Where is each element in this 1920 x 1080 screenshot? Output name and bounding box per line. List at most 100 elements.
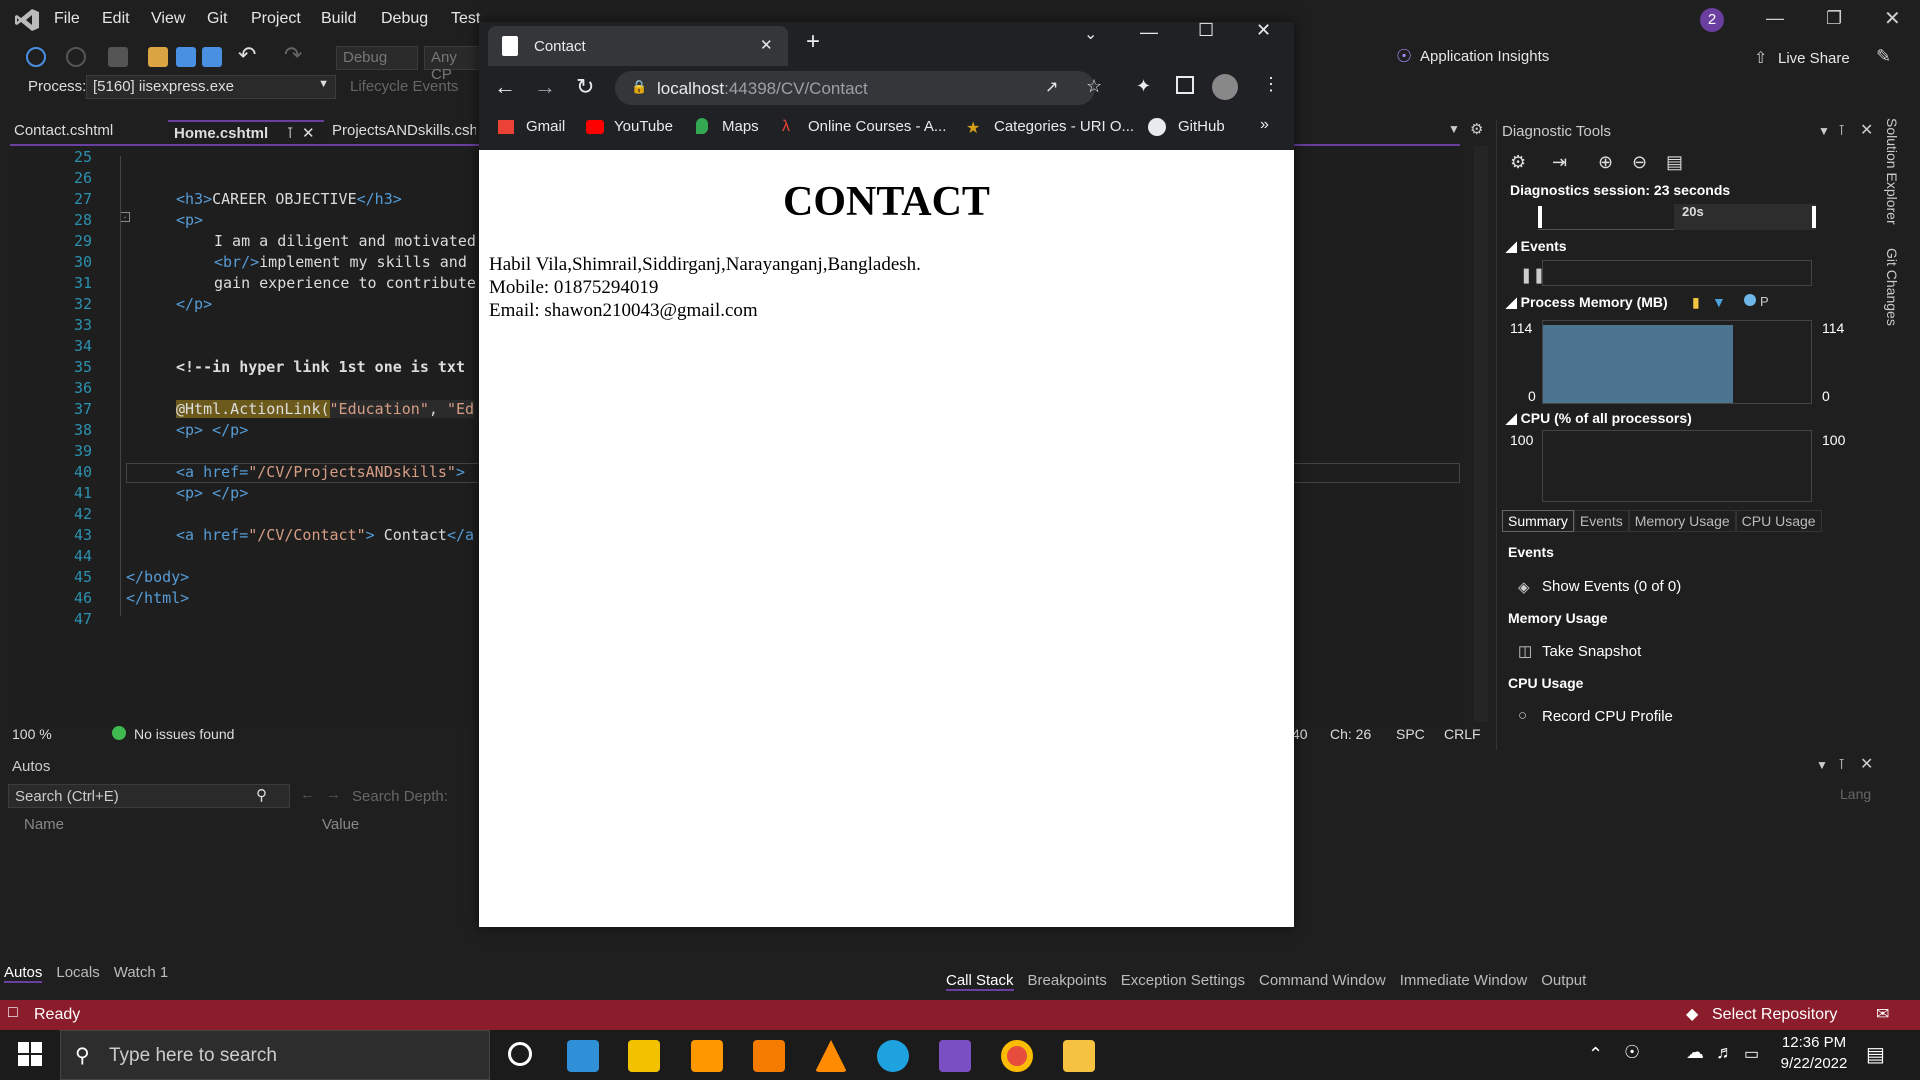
cortana-icon[interactable] bbox=[508, 1042, 532, 1066]
menu-view[interactable]: View bbox=[151, 10, 185, 28]
chrome-app-icon[interactable] bbox=[1001, 1040, 1033, 1072]
bookmark-github[interactable]: GitHub bbox=[1178, 118, 1225, 135]
panel-dropdown-icon[interactable]: ▼ bbox=[1816, 758, 1828, 772]
record-cpu-button[interactable]: Record CPU Profile bbox=[1542, 708, 1673, 725]
tab-watch[interactable]: Watch 1 bbox=[114, 964, 168, 983]
diag-close-icon[interactable]: ✕ bbox=[1860, 120, 1873, 140]
pin-icon[interactable]: ⊺ bbox=[286, 125, 294, 142]
minimize-icon[interactable]: — bbox=[1766, 8, 1784, 29]
take-snapshot-button[interactable]: Take Snapshot bbox=[1542, 643, 1641, 660]
address-bar[interactable]: 🔒 localhost:44398/CV/Contact ↗ bbox=[615, 71, 1095, 105]
zoom-in-icon[interactable]: ⊕ bbox=[1598, 152, 1613, 173]
tab-exception-settings[interactable]: Exception Settings bbox=[1121, 972, 1245, 991]
sublime-app-icon[interactable] bbox=[691, 1040, 723, 1072]
windows-start-icon[interactable] bbox=[18, 1042, 42, 1066]
menu-build[interactable]: Build bbox=[321, 10, 357, 28]
edge-app-icon[interactable] bbox=[877, 1040, 909, 1072]
diag-settings-icon[interactable]: ⚙ bbox=[1510, 152, 1526, 173]
visual-studio-app-icon[interactable] bbox=[939, 1040, 971, 1072]
timeline-handle-right[interactable] bbox=[1812, 206, 1816, 228]
search-icon[interactable]: ⚲ bbox=[256, 786, 267, 804]
share-page-icon[interactable]: ↗ bbox=[1045, 77, 1058, 97]
bookmark-uri[interactable]: Categories - URI O... bbox=[994, 118, 1134, 135]
tab-memory-usage[interactable]: Memory Usage bbox=[1628, 510, 1736, 532]
extensions-puzzle-icon[interactable]: ✦ bbox=[1136, 76, 1151, 97]
diag-export-icon[interactable]: ⇥ bbox=[1552, 152, 1567, 173]
store-app-icon[interactable] bbox=[628, 1040, 660, 1072]
issues-status[interactable]: No issues found bbox=[134, 726, 234, 742]
menu-project[interactable]: Project bbox=[251, 10, 301, 28]
volume-icon[interactable]: ♬ bbox=[1716, 1042, 1734, 1063]
bookmark-star-icon[interactable]: ☆ bbox=[1086, 76, 1102, 97]
menu-git[interactable]: Git bbox=[207, 10, 227, 28]
battery-icon[interactable]: ▭ bbox=[1744, 1044, 1759, 1064]
select-repository-button[interactable]: Select Repository bbox=[1712, 1006, 1837, 1024]
tab-cpu-usage[interactable]: CPU Usage bbox=[1735, 510, 1822, 532]
platform-select[interactable]: Any CP bbox=[424, 46, 484, 83]
bookmark-youtube[interactable]: YouTube bbox=[614, 118, 673, 135]
open-folder-icon[interactable] bbox=[148, 47, 168, 67]
chrome-menu-icon[interactable]: ⋮ bbox=[1262, 74, 1280, 95]
line-ending-indicator[interactable]: CRLF bbox=[1444, 726, 1481, 742]
app-insights-button[interactable]: Application Insights bbox=[1420, 48, 1549, 65]
reset-view-icon[interactable]: ▤ bbox=[1666, 152, 1683, 173]
vertical-scrollbar[interactable] bbox=[1474, 146, 1488, 722]
tab-search-icon[interactable]: ⌄ bbox=[1084, 24, 1097, 44]
bookmarks-overflow-icon[interactable]: » bbox=[1260, 116, 1269, 134]
bookmark-maps[interactable]: Maps bbox=[722, 118, 759, 135]
menu-file[interactable]: File bbox=[54, 10, 80, 28]
collapse-icon[interactable]: - bbox=[120, 212, 130, 222]
zoom-level[interactable]: 100 % bbox=[12, 726, 52, 742]
menu-debug[interactable]: Debug bbox=[381, 10, 428, 28]
browser-forward-icon[interactable]: → bbox=[534, 74, 556, 100]
chrome-close-icon[interactable]: ✕ bbox=[1256, 20, 1271, 41]
undo-icon[interactable]: ↶ bbox=[238, 42, 256, 68]
whitespace-indicator[interactable]: SPC bbox=[1396, 726, 1425, 742]
chrome-maximize-icon[interactable]: ☐ bbox=[1198, 20, 1214, 41]
bookmark-online-courses[interactable]: Online Courses - A... bbox=[808, 118, 946, 135]
xampp-app-icon[interactable] bbox=[753, 1040, 785, 1072]
menu-edit[interactable]: Edit bbox=[102, 10, 130, 28]
autos-search-input[interactable]: Search (Ctrl+E) bbox=[8, 784, 290, 808]
process-select[interactable]: [5160] iisexpress.exe ▼ bbox=[86, 75, 336, 99]
tab-contact[interactable]: Contact.cshtml bbox=[8, 120, 119, 144]
tab-home[interactable]: Home.cshtml ⊺ ✕ bbox=[168, 120, 324, 144]
new-project-icon[interactable] bbox=[108, 47, 128, 67]
save-all-icon[interactable] bbox=[202, 47, 222, 67]
settings-gear-icon[interactable]: ⚙ bbox=[1470, 120, 1483, 138]
panel-close-icon[interactable]: ✕ bbox=[1860, 754, 1873, 774]
tab-autos[interactable]: Autos bbox=[4, 964, 43, 983]
tab-projects[interactable]: ProjectsANDskills.cshtml bbox=[326, 120, 476, 144]
notifications-bell-icon[interactable]: ✉ bbox=[1876, 1004, 1889, 1024]
chrome-tab-close-icon[interactable]: ✕ bbox=[760, 36, 773, 54]
feedback-icon[interactable]: ✎ bbox=[1876, 46, 1891, 67]
lifecycle-events[interactable]: Lifecycle Events bbox=[350, 78, 458, 95]
tab-summary[interactable]: Summary bbox=[1502, 510, 1574, 532]
clock[interactable]: 12:36 PM 9/22/2022 bbox=[1774, 1034, 1854, 1072]
menu-test[interactable]: Test bbox=[451, 10, 480, 28]
tab-output[interactable]: Output bbox=[1541, 972, 1586, 991]
forward-nav-icon[interactable] bbox=[66, 47, 86, 67]
chrome-minimize-icon[interactable]: — bbox=[1140, 22, 1158, 43]
diag-pin-icon[interactable]: ⊺ bbox=[1838, 122, 1845, 139]
panel-pin-icon[interactable]: ⊺ bbox=[1838, 756, 1845, 773]
taskbar-search[interactable]: ⚲ Type here to search bbox=[60, 1030, 490, 1080]
tab-breakpoints[interactable]: Breakpoints bbox=[1028, 972, 1107, 991]
profile-avatar[interactable] bbox=[1212, 74, 1238, 100]
show-events-link[interactable]: Show Events (0 of 0) bbox=[1542, 578, 1681, 595]
live-share-button[interactable]: Live Share bbox=[1778, 50, 1850, 67]
tab-locals[interactable]: Locals bbox=[56, 964, 99, 983]
restore-icon[interactable]: ❐ bbox=[1826, 8, 1842, 29]
tab-overflow-icon[interactable]: ▼ bbox=[1448, 122, 1460, 136]
chrome-tab-contact[interactable]: Contact ✕ bbox=[488, 26, 788, 66]
tab-immediate-window[interactable]: Immediate Window bbox=[1400, 972, 1528, 991]
action-center-icon[interactable]: ▤ bbox=[1866, 1042, 1885, 1067]
forward-arrow-icon[interactable]: → bbox=[326, 786, 341, 803]
save-icon[interactable] bbox=[176, 47, 196, 67]
redo-icon[interactable]: ↷ bbox=[284, 42, 302, 68]
git-changes-tab[interactable]: Git Changes bbox=[1884, 248, 1900, 326]
tab-command-window[interactable]: Command Window bbox=[1259, 972, 1386, 991]
mail-app-icon[interactable] bbox=[567, 1040, 599, 1072]
debug-config-select[interactable]: Debug bbox=[336, 46, 418, 70]
tab-call-stack[interactable]: Call Stack bbox=[946, 972, 1014, 991]
